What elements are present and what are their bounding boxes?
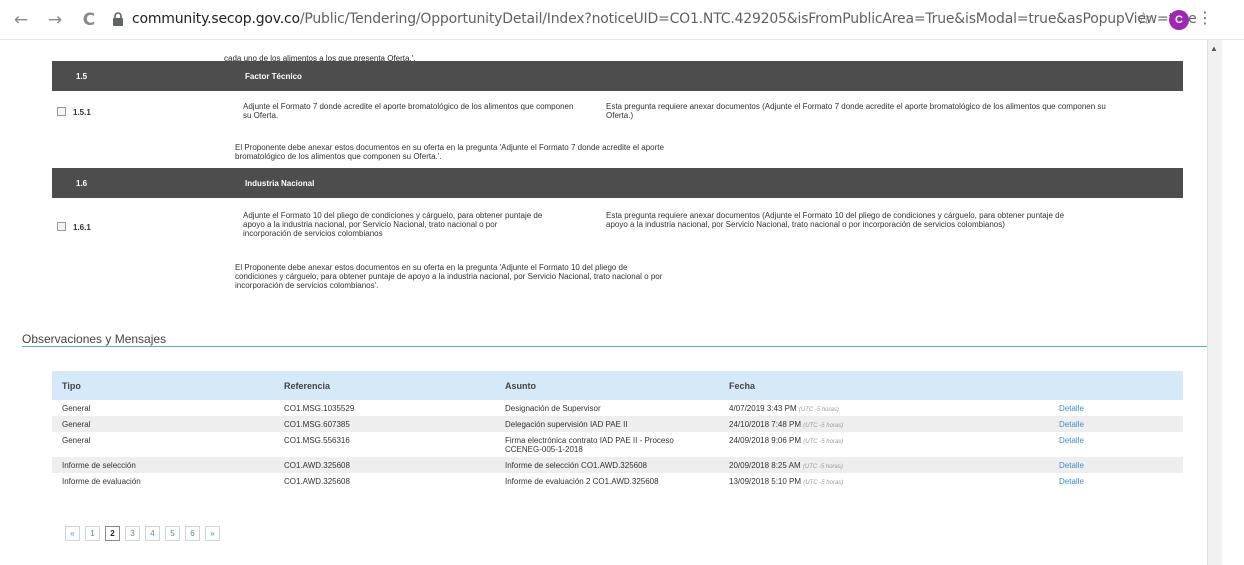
cell-fecha: 4/07/2019 3:43 PM (UTC -5 horas) [729,404,839,415]
profile-avatar[interactable]: C [1169,10,1189,30]
browser-menu-icon[interactable]: ⋮ [1197,8,1213,27]
pagination-page-current[interactable]: 2 [105,526,120,541]
cell-fecha: 13/09/2018 5:10 PM (UTC -5 horas) [729,477,843,488]
cell-tipo: General [62,404,91,413]
question-text: Adjunte el Formato 7 donde acredite el a… [243,102,574,120]
back-arrow-icon[interactable]: ← [10,9,32,31]
table-row: General CO1.MSG.607385 Delegación superv… [52,416,1183,432]
pagination-page[interactable]: 1 [85,526,100,541]
reload-icon[interactable]: C [78,9,100,31]
pagination-page[interactable]: 4 [145,526,160,541]
table-row: Informe de selección CO1.AWD.325608 Info… [52,457,1183,473]
pagination-page[interactable]: 3 [125,526,140,541]
detalle-link[interactable]: Detalle [1059,477,1084,486]
url-text: community.secop.gov.co/Public/Tendering/… [132,11,1197,27]
header-tipo[interactable]: Tipo [62,381,81,391]
table-row: General CO1.MSG.1035529 Designación de S… [52,400,1183,416]
messages-table: Tipo Referencia Asunto Fecha General CO1… [52,371,1183,489]
observations-divider [22,346,1207,347]
header-referencia[interactable]: Referencia [284,381,330,391]
cell-asunto: Designación de Supervisor [505,404,601,413]
detalle-link[interactable]: Detalle [1059,461,1084,470]
timezone-note: (UTC -5 horas) [803,439,844,445]
question-checkbox[interactable] [57,222,66,231]
url-path: /Public/Tendering/OpportunityDetail/Inde… [299,11,1197,27]
cell-fecha: 24/09/2018 9:06 PM (UTC -5 horas) [729,436,843,447]
timezone-note: (UTC -5 horas) [803,423,844,429]
question-number: 1.6.1 [73,223,91,232]
question-number: 1.5.1 [73,108,91,117]
cell-referencia: CO1.AWD.325608 [284,477,350,486]
section-header-factor-tecnico: 1.5 Factor Técnico [52,61,1183,91]
browser-toolbar: ← → C community.secop.gov.co/Public/Tend… [0,0,1244,40]
timezone-note: (UTC -5 horas) [803,480,844,486]
cell-tipo: Informe de evaluación [62,477,141,486]
fecha-value: 24/10/2018 7:48 PM [729,420,802,429]
bookmark-star-icon[interactable]: ☆ [1136,9,1151,29]
section-title: Industria Nacional [245,179,315,188]
cell-fecha: 24/10/2018 7:48 PM (UTC -5 horas) [729,420,843,431]
timezone-note: (UTC -5 horas) [802,464,843,470]
forward-arrow-icon[interactable]: → [44,9,66,31]
question-requirement: Esta pregunta requiere anexar documentos… [606,102,1106,120]
detalle-link[interactable]: Detalle [1059,404,1084,413]
header-asunto[interactable]: Asunto [505,381,536,391]
address-bar[interactable]: community.secop.gov.co/Public/Tendering/… [112,6,1197,34]
pagination-page[interactable]: 6 [185,526,200,541]
cell-asunto: Firma electrónica contrato IAD PAE II - … [505,436,674,454]
section-title: Factor Técnico [245,72,302,81]
cell-referencia: CO1.MSG.1035529 [284,404,355,413]
url-host: community.secop.gov.co [132,11,300,27]
question-requirement: Esta pregunta requiere anexar documentos… [606,211,1065,229]
detalle-link[interactable]: Detalle [1059,420,1084,429]
page-content: cada uno de los alimentos a los que pres… [0,40,1207,565]
cell-tipo: Informe de selección [62,461,136,470]
pagination-page[interactable]: 5 [165,526,180,541]
fecha-value: 13/09/2018 5:10 PM [729,477,802,486]
cell-asunto: Informe de evaluación 2 CO1.AWD.325608 [505,477,659,486]
table-row: Informe de evaluación CO1.AWD.325608 Inf… [52,473,1183,489]
fecha-value: 4/07/2019 3:43 PM [729,404,797,413]
detalle-link[interactable]: Detalle [1059,436,1084,445]
table-row: General CO1.MSG.556316 Firma electrónica… [52,432,1183,457]
section-number: 1.6 [76,179,88,188]
pagination-first[interactable]: « [65,526,80,541]
cell-referencia: CO1.MSG.556316 [284,436,350,445]
cell-tipo: General [62,436,91,445]
section-header-industria-nacional: 1.6 Industria Nacional [52,168,1183,198]
cell-asunto: Delegación supervisión IAD PAE II [505,420,628,429]
fecha-value: 20/09/2018 8:25 AM [729,461,801,470]
timezone-note: (UTC -5 horas) [798,407,839,413]
question-note: El Proponente debe anexar estos document… [235,263,663,290]
cell-referencia: CO1.MSG.607385 [284,420,350,429]
cell-fecha: 20/09/2018 8:25 AM (UTC -5 horas) [729,461,843,472]
vertical-scrollbar[interactable] [1207,40,1222,565]
lock-icon [113,12,123,26]
table-header: Tipo Referencia Asunto Fecha [52,371,1183,400]
header-fecha[interactable]: Fecha [729,381,755,391]
question-text: Adjunte el Formato 10 del pliego de cond… [243,211,543,238]
fecha-value: 24/09/2018 9:06 PM [729,436,802,445]
cell-tipo: General [62,420,91,429]
question-checkbox[interactable] [57,107,66,116]
scroll-up-arrow-icon[interactable]: ▲ [1210,44,1218,53]
question-note: El Proponente debe anexar estos document… [235,143,664,161]
section-number: 1.5 [76,72,88,81]
pagination-last[interactable]: » [205,526,220,541]
observations-title: Observaciones y Mensajes [22,332,167,346]
cell-referencia: CO1.AWD.325608 [284,461,350,470]
cell-asunto: Informe de selección CO1.AWD.325608 [505,461,647,470]
